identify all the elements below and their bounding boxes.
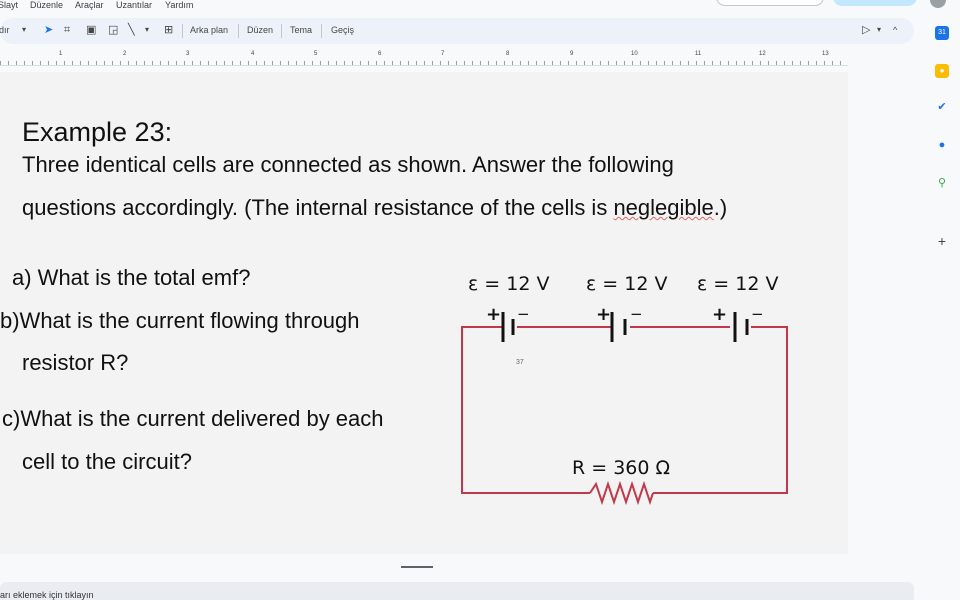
side-panel: 31 ● ✔ ● ⚲ + xyxy=(928,20,960,580)
intro-line-1[interactable]: Three identical cells are connected as s… xyxy=(22,152,674,178)
pen-icon[interactable]: ▷ xyxy=(862,24,870,36)
emf-label-1: ε = 12 V xyxy=(468,273,549,295)
keep-icon[interactable]: ● xyxy=(935,64,949,78)
toolbar-divider xyxy=(321,24,322,38)
ruler-number: 10 xyxy=(631,51,638,57)
question-b-line-1[interactable]: b)What is the current flowing through xyxy=(0,308,360,334)
comment-add-icon[interactable]: ⊞ xyxy=(164,24,173,36)
plus-sign-3: + xyxy=(712,304,727,325)
question-a[interactable]: a) What is the total emf? xyxy=(12,265,250,291)
speaker-notes-placeholder: arı eklemek için tıklayın xyxy=(0,590,94,600)
calendar-icon[interactable]: 31 xyxy=(935,26,949,40)
plus-sign-2: + xyxy=(596,304,611,325)
resistor-label: R = 360 Ω xyxy=(572,457,670,479)
chevron-down-icon[interactable]: ▾ xyxy=(22,24,26,36)
toolbar-divider xyxy=(238,24,239,38)
background-button[interactable]: Arka plan xyxy=(190,25,228,35)
menu-help[interactable]: Yardım xyxy=(165,0,193,10)
line-icon[interactable]: ╲ xyxy=(128,24,135,36)
ruler-number: 4 xyxy=(251,51,255,57)
shape-icon[interactable]: ◲ xyxy=(108,24,118,36)
layout-button[interactable]: Düzen xyxy=(247,25,273,35)
image-icon[interactable]: ▣ xyxy=(86,24,96,36)
ruler-number: 7 xyxy=(441,51,445,57)
select-cursor-icon[interactable]: ➤ xyxy=(44,24,53,36)
text-box-icon[interactable]: ⌗ xyxy=(64,24,70,36)
toolbar-divider xyxy=(281,24,282,38)
emf-label-2: ε = 12 V xyxy=(586,273,667,295)
intro-line-2[interactable]: questions accordingly. (The internal res… xyxy=(22,195,727,221)
minus-sign-1: − xyxy=(517,305,530,323)
menu-slide[interactable]: Slayt xyxy=(0,0,18,10)
cell-1 xyxy=(501,312,515,342)
minus-sign-2: − xyxy=(630,305,643,323)
ruler-number: 2 xyxy=(123,51,127,57)
share-button[interactable] xyxy=(833,0,917,6)
menu-tools[interactable]: Araçlar xyxy=(75,0,104,10)
ruler-number: 5 xyxy=(314,51,318,57)
spelling-error-word[interactable]: neglegible xyxy=(613,195,713,220)
toolbar-divider xyxy=(182,24,183,38)
plus-sign-1: + xyxy=(486,304,501,325)
minus-sign-3: − xyxy=(751,305,764,323)
resize-handle[interactable] xyxy=(401,566,433,568)
zoom-dropdown[interactable]: dır xyxy=(0,25,10,35)
collapse-toolbar-icon[interactable]: ^ xyxy=(893,24,897,36)
question-b-line-2[interactable]: resistor R? xyxy=(22,350,128,376)
slide-canvas[interactable]: Example 23: Three identical cells are co… xyxy=(0,72,848,554)
ruler-number: 12 xyxy=(759,51,766,57)
theme-button[interactable]: Tema xyxy=(290,25,312,35)
cell-2 xyxy=(610,312,627,342)
ruler-number: 1 xyxy=(59,51,63,57)
menu-extensions[interactable]: Uzantılar xyxy=(116,0,152,10)
speaker-notes[interactable]: arı eklemek için tıklayın xyxy=(0,582,914,600)
ruler-number: 9 xyxy=(570,51,574,57)
ruler-number: 3 xyxy=(186,51,190,57)
circuit-diagram[interactable]: ε = 12 V ε = 12 V ε = 12 V + − + − + − R… xyxy=(450,262,795,512)
line-dropdown-icon[interactable]: ▾ xyxy=(145,24,149,36)
menu-edit[interactable]: Düzenle xyxy=(30,0,63,10)
ruler-number: 13 xyxy=(822,51,829,57)
ruler-number: 11 xyxy=(695,51,702,57)
resistor-zigzag xyxy=(589,480,654,506)
meet-button[interactable] xyxy=(716,0,824,6)
question-c-line-2[interactable]: cell to the circuit? xyxy=(22,449,192,475)
tasks-icon[interactable]: ✔ xyxy=(935,100,949,114)
contacts-icon[interactable]: ● xyxy=(935,138,949,152)
add-addon-icon[interactable]: + xyxy=(935,234,949,248)
horizontal-ruler: 1 2 3 4 5 6 7 8 9 10 11 12 13 xyxy=(0,50,848,66)
intro-text: questions accordingly. (The internal res… xyxy=(22,195,614,220)
chevron-down-icon[interactable]: ▾ xyxy=(877,24,881,36)
intro-text-end: .) xyxy=(713,195,728,220)
ruler-number: 6 xyxy=(378,51,382,57)
cell-3 xyxy=(733,312,749,342)
transition-button[interactable]: Geçiş xyxy=(331,25,354,35)
emf-label-3: ε = 12 V xyxy=(697,273,778,295)
slide-title[interactable]: Example 23: xyxy=(22,117,172,148)
toolbar: dır ▾ ➤ ⌗ ▣ ◲ ╲ ▾ ⊞ Arka plan Düzen Tema… xyxy=(0,18,914,44)
maps-icon[interactable]: ⚲ xyxy=(935,176,949,190)
ruler-number: 8 xyxy=(506,51,510,57)
ruler-ticks xyxy=(0,61,848,65)
question-c-line-1[interactable]: c)What is the current delivered by each xyxy=(2,406,384,432)
